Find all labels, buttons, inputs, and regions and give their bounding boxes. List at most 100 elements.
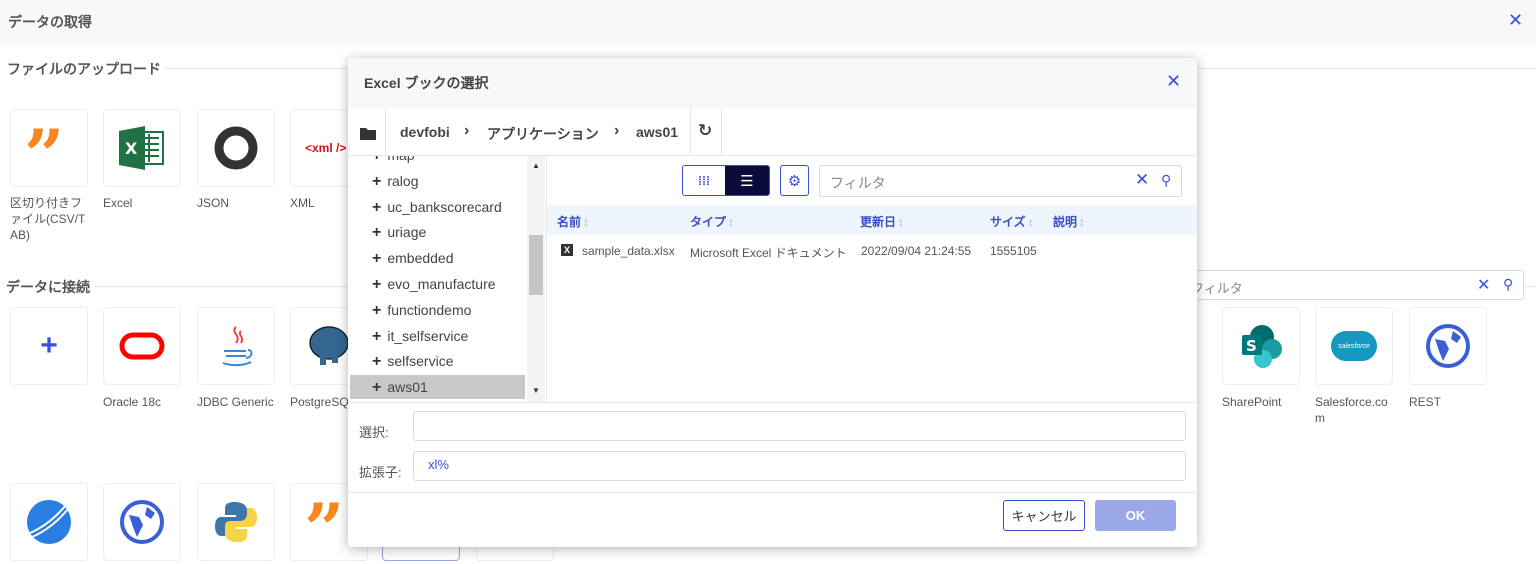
tree-scrollbar[interactable]: ▲ ▼ [527, 156, 545, 402]
tile-label: SharePoint [1222, 395, 1282, 409]
expand-plus-icon[interactable]: + [372, 199, 381, 216]
tile-rest[interactable] [1409, 307, 1487, 385]
tile-tibco[interactable] [10, 483, 88, 561]
upload-section-title: ファイルのアップロード [7, 61, 161, 77]
tree-item[interactable]: +map [372, 156, 415, 167]
clear-icon[interactable]: ✕ [1477, 275, 1490, 295]
tree-item[interactable]: + evo_manufacture [372, 272, 496, 296]
extension-label: 拡張子: [359, 465, 402, 480]
close-icon[interactable]: ✕ [1508, 10, 1523, 31]
tile-label: 区切り付きファイル(CSV/TAB) [10, 196, 86, 242]
breadcrumb-item[interactable]: aws01 [636, 124, 678, 140]
column-desc[interactable]: 説明 ↕ [1053, 213, 1085, 230]
search-icon[interactable]: ⚲ [1503, 276, 1513, 293]
expand-plus-icon[interactable]: + [372, 379, 381, 396]
tile-oracle[interactable] [103, 307, 181, 385]
tree-item[interactable]: + selfservice [372, 349, 453, 373]
tree-item[interactable]: + functiondemo [372, 298, 471, 322]
expand-plus-icon[interactable]: + [372, 250, 381, 267]
tile-web[interactable] [103, 483, 181, 561]
table-row[interactable]: X sample_data.xlsx Microsoft Excel ドキュメン… [547, 236, 1197, 266]
tree-item[interactable]: + uriage [372, 220, 426, 244]
clear-icon[interactable]: ✕ [1135, 170, 1149, 190]
tile-python[interactable] [197, 483, 275, 561]
tile-label: JSON [197, 196, 230, 210]
tile-salesforce[interactable]: salesforce [1315, 307, 1393, 385]
tile-label: Excel [103, 196, 133, 210]
quote-icon: ” [24, 128, 64, 168]
tile-label: JDBC Generic [197, 395, 274, 409]
cancel-button[interactable]: キャンセル [1003, 500, 1085, 531]
ok-button[interactable]: OK [1095, 500, 1176, 531]
folder-icon[interactable] [360, 126, 376, 140]
java-icon [222, 326, 253, 367]
excel-book-dialog: Excel ブックの選択 ✕ devfobi › アプリケーション › aws0… [348, 58, 1197, 547]
tile-add-connection[interactable]: + [10, 307, 88, 385]
chevron-right-icon: › [464, 122, 470, 139]
select-input[interactable] [413, 411, 1186, 441]
python-icon [215, 502, 257, 542]
tile-label: Salesforce.com [1315, 395, 1388, 425]
column-date[interactable]: 更新日 ↕ [860, 213, 904, 230]
grid-view-icon[interactable]: ⁞⁞⁞ [683, 166, 726, 195]
expand-plus-icon[interactable]: + [372, 156, 381, 164]
folder-tree: +map +ralog+uc_bankscorecard+uriage+embed… [348, 156, 546, 402]
xml-icon: <xml /> [305, 141, 347, 155]
column-name[interactable]: 名前 ↕ [557, 213, 589, 230]
connect-section-title: データに接続 [6, 279, 90, 295]
oracle-icon [119, 332, 165, 360]
divider [546, 156, 547, 402]
select-label: 選択: [359, 425, 389, 440]
expand-plus-icon[interactable]: + [372, 328, 381, 345]
expand-plus-icon[interactable]: + [372, 173, 381, 190]
refresh-icon[interactable]: ↻ [698, 121, 712, 141]
list-view-icon[interactable]: ☰ [725, 166, 769, 195]
page-title: データの取得 [8, 14, 92, 30]
expand-plus-icon[interactable]: + [372, 353, 381, 370]
tile-label: REST [1409, 395, 1442, 409]
svg-text:”: ” [304, 502, 344, 542]
divider [385, 108, 386, 156]
settings-gear-icon[interactable]: ⚙ [780, 165, 809, 196]
tile-jdbc[interactable] [197, 307, 275, 385]
globe-icon [1426, 324, 1470, 368]
breadcrumb-item[interactable]: アプリケーション [487, 124, 599, 144]
divider [348, 402, 1197, 403]
tile-json[interactable] [197, 109, 275, 187]
close-icon[interactable]: ✕ [1166, 71, 1181, 92]
plus-icon: + [40, 329, 58, 362]
tree-item[interactable]: + uc_bankscorecard [372, 195, 502, 219]
svg-text:S: S [1246, 337, 1257, 355]
divider [721, 108, 722, 156]
tree-item[interactable]: + ralog [372, 169, 418, 193]
tile-excel[interactable]: X [103, 109, 181, 187]
json-icon [214, 126, 258, 170]
quote-icon: ” [304, 502, 344, 542]
tile-delimited[interactable]: ” [10, 109, 88, 187]
view-toggle: ⁞⁞⁞ ☰ [682, 165, 770, 196]
divider [348, 492, 1197, 493]
expand-plus-icon[interactable]: + [372, 276, 381, 293]
postgresql-icon [309, 326, 349, 365]
tile-label: Oracle 18c [103, 395, 162, 409]
tree-item[interactable]: + embedded [372, 246, 454, 270]
extension-input[interactable]: xl% [413, 451, 1186, 481]
globe-icon [120, 500, 164, 544]
sharepoint-icon: S [1242, 325, 1282, 368]
column-type[interactable]: タイプ ↕ [690, 213, 734, 230]
page-header: データの取得 ✕ [0, 0, 1536, 45]
file-filter-input[interactable]: フィルタ ✕ ⚲ [819, 165, 1182, 197]
tree-item[interactable]: + aws01 [350, 375, 525, 400]
search-icon[interactable]: ⚲ [1161, 172, 1171, 189]
expand-plus-icon[interactable]: + [372, 224, 381, 241]
scrollbar-thumb[interactable] [529, 235, 543, 295]
tibco-icon [27, 500, 71, 544]
tree-item[interactable]: + it_selfservice [372, 324, 468, 348]
breadcrumb-item[interactable]: devfobi [400, 124, 450, 140]
expand-plus-icon[interactable]: + [372, 302, 381, 319]
excel-icon: X [119, 126, 164, 170]
tile-sharepoint[interactable]: S [1222, 307, 1300, 385]
column-size[interactable]: サイズ ↕ [990, 213, 1034, 230]
connect-filter-input[interactable]: フィルタ ✕ ⚲ [1180, 270, 1524, 300]
divider [690, 108, 691, 156]
